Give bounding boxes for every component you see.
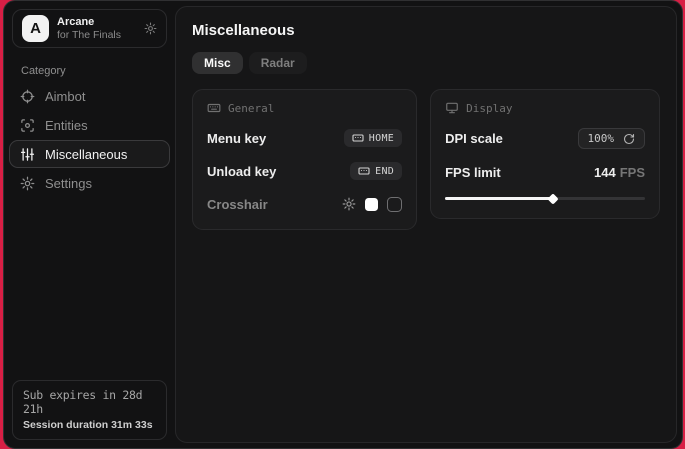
sidebar-item-label: Miscellaneous [45, 147, 127, 162]
general-card: General Menu key HOME [192, 89, 417, 230]
app-title: Arcane [57, 16, 136, 29]
crosshair-settings-gear-icon[interactable] [342, 197, 356, 211]
sidebar-item-label: Aimbot [45, 89, 85, 104]
sidebar-item-label: Entities [45, 118, 88, 133]
refresh-icon[interactable] [623, 133, 635, 145]
fps-limit-value: 144FPS [594, 165, 645, 180]
sidebar: A Arcane for The Finals Category [4, 1, 175, 448]
app-subtitle: for The Finals [57, 29, 136, 42]
main-panel: Miscellaneous Misc Radar General [175, 6, 677, 443]
slider-thumb[interactable] [547, 193, 558, 204]
monitor-icon [445, 101, 459, 115]
tab-misc[interactable]: Misc [192, 52, 243, 74]
sidebar-item-miscellaneous[interactable]: Miscellaneous [9, 140, 170, 168]
account-text: Arcane for The Finals [57, 16, 136, 42]
app-logo: A [22, 15, 49, 42]
subscription-box: Sub expires in 28d 21h Session duration … [12, 380, 167, 440]
unload-key-bind-button[interactable]: END [350, 162, 402, 180]
sidebar-item-aimbot[interactable]: Aimbot [9, 82, 170, 110]
crosshair-icon [20, 89, 35, 104]
card-title: Display [466, 102, 512, 115]
dpi-scale-label: DPI scale [445, 131, 503, 146]
scan-icon [20, 118, 35, 133]
page-title: Miscellaneous [192, 22, 660, 39]
keyboard-icon [207, 101, 221, 115]
dpi-scale-control[interactable]: 100% [578, 128, 646, 149]
sliders-icon [20, 147, 35, 162]
sub-expires-text: Sub expires in 28d 21h [23, 388, 156, 416]
crosshair-row: Crosshair [207, 194, 402, 214]
crosshair-checkbox[interactable] [387, 197, 402, 212]
gear-icon [20, 176, 35, 191]
unload-key-value: END [375, 166, 394, 177]
account-card[interactable]: A Arcane for The Finals [12, 9, 167, 48]
menu-key-label: Menu key [207, 131, 266, 146]
fps-limit-row: FPS limit 144FPS [445, 162, 645, 182]
menu-key-value: HOME [369, 133, 394, 144]
fps-limit-slider[interactable] [445, 193, 645, 203]
sidebar-nav: Aimbot Entities Miscel [4, 82, 175, 197]
fps-unit: FPS [620, 165, 645, 180]
keyboard-icon [358, 165, 370, 177]
slider-fill [445, 197, 553, 200]
category-label: Category [21, 65, 175, 77]
crosshair-label: Crosshair [207, 197, 268, 212]
keyboard-icon [352, 132, 364, 144]
tab-bar: Misc Radar [192, 52, 660, 74]
sidebar-item-entities[interactable]: Entities [9, 111, 170, 139]
menu-key-bind-button[interactable]: HOME [344, 129, 402, 147]
app-window: A Arcane for The Finals Category [3, 0, 683, 449]
sidebar-item-settings[interactable]: Settings [9, 169, 170, 197]
unload-key-label: Unload key [207, 164, 276, 179]
crosshair-color-swatch[interactable] [365, 198, 378, 211]
tab-radar[interactable]: Radar [249, 52, 307, 74]
dpi-scale-value: 100% [588, 132, 615, 145]
dpi-scale-row: DPI scale 100% [445, 128, 645, 149]
unload-key-row: Unload key END [207, 161, 402, 181]
card-title: General [228, 102, 274, 115]
fps-limit-label: FPS limit [445, 165, 501, 180]
menu-key-row: Menu key HOME [207, 128, 402, 148]
display-card: Display DPI scale 100% [430, 89, 660, 219]
session-duration-text: Session duration 31m 33s [23, 419, 156, 431]
gear-icon[interactable] [144, 22, 157, 35]
cards-row: General Menu key HOME [192, 89, 660, 230]
sidebar-item-label: Settings [45, 176, 92, 191]
